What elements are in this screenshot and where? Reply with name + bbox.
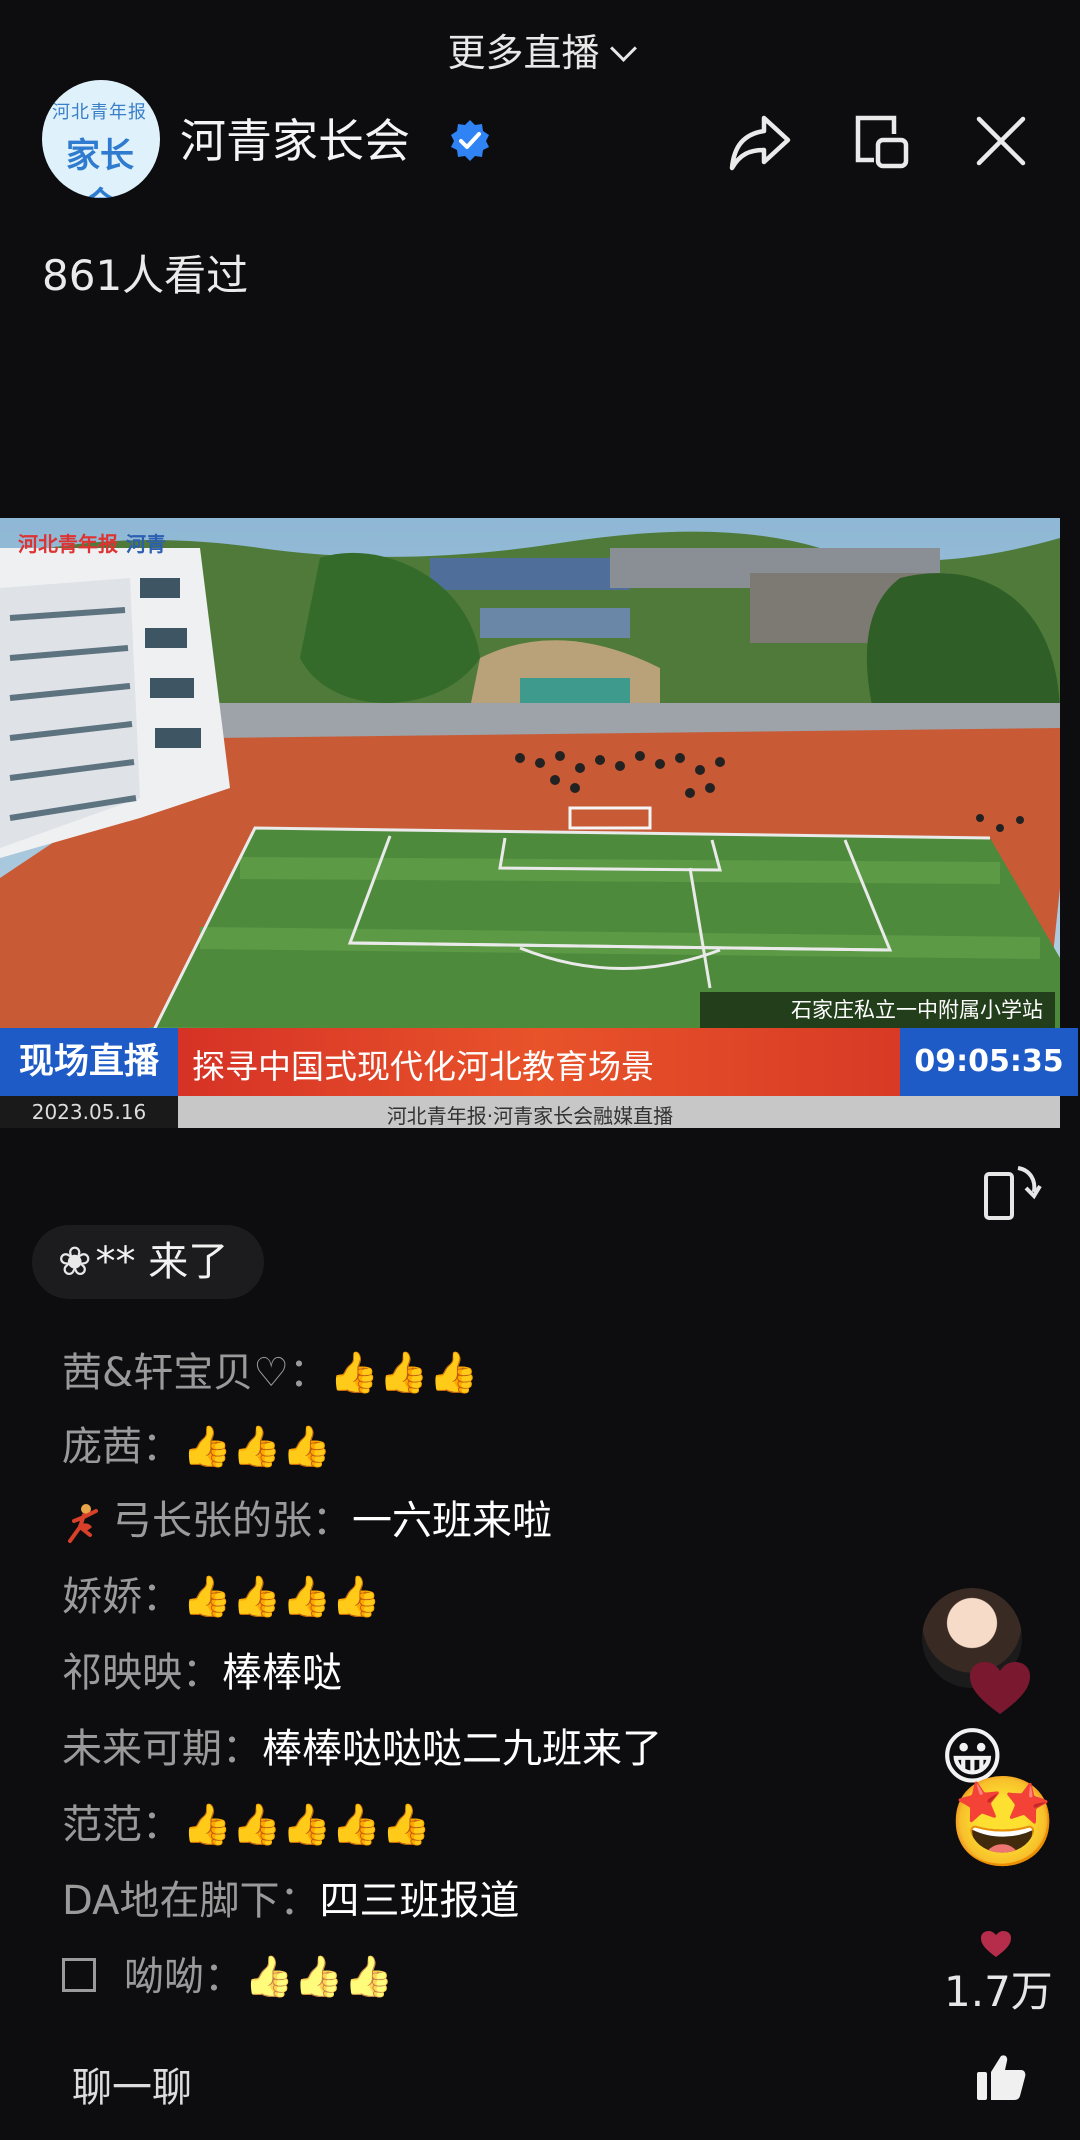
live-credit: 河北青年报·河青家长会融媒直播	[386, 1104, 674, 1128]
join-user: **	[95, 1239, 136, 1285]
chat-text: 四三班报道	[319, 1878, 520, 1924]
chat-input[interactable]: 聊一聊	[72, 2055, 192, 2113]
channel-avatar[interactable]: 河北青年报 家长会	[42, 80, 160, 198]
chat-username: DA地在脚下：	[62, 1878, 320, 1924]
picture-in-picture-icon[interactable]	[850, 110, 912, 174]
chat-message[interactable]: DA地在脚下：四三班报道	[62, 1870, 519, 1932]
chat-message[interactable]: 呦呦：👍👍👍	[62, 1946, 393, 2008]
thumbs-up-icons: 👍👍👍	[244, 1954, 394, 2000]
star-struck-emoji-icon: 🤩	[948, 1770, 1058, 1873]
dancer-badge-icon	[68, 1504, 98, 1543]
heart-icon	[970, 1662, 1030, 1714]
video-watermark: 河北青年报 河青	[18, 532, 166, 556]
more-live-label: 更多直播	[447, 31, 600, 75]
flower-icon: ❀	[58, 1239, 92, 1285]
like-count: 1.7万	[944, 1967, 1053, 2016]
rotate-screen-icon[interactable]	[982, 1160, 1042, 1224]
thumbs-up-icons: 👍👍👍👍	[182, 1574, 382, 1620]
chat-username: 呦呦：	[124, 1954, 244, 2000]
checkbox-icon	[62, 1958, 96, 1992]
thumbs-up-icons: 👍👍👍	[329, 1350, 479, 1396]
chevron-down-icon	[609, 35, 637, 62]
chat-message[interactable]: 庞茜：👍👍👍	[62, 1416, 331, 1478]
live-title: 探寻中国式现代化河北教育场景	[192, 1047, 654, 1086]
chat-message[interactable]: 范范：👍👍👍👍👍	[62, 1794, 431, 1856]
chat-text: 一六班来啦	[352, 1498, 552, 1544]
chat-message[interactable]: 茜&轩宝贝♡：👍👍👍	[62, 1342, 478, 1404]
chat-username: 未来可期：	[62, 1726, 262, 1772]
chat-username: 茜&轩宝贝♡：	[62, 1350, 330, 1396]
live-clock: 09:05:35	[900, 1028, 1078, 1096]
thumbs-up-icons: 👍👍👍👍👍	[182, 1802, 432, 1848]
verified-icon	[451, 120, 489, 161]
channel-name[interactable]: 河青家长会	[180, 105, 410, 171]
chat-message[interactable]: 弓长张的张：一六班来啦	[62, 1490, 552, 1552]
join-notice: ❀ ** 来了	[32, 1225, 265, 1299]
chat-message[interactable]: 娇娇：👍👍👍👍	[62, 1566, 381, 1628]
close-icon[interactable]	[975, 115, 1027, 167]
viewer-count: 861人看过	[42, 251, 249, 300]
location-label: 石家庄私立一中附属小学站	[700, 992, 1055, 1028]
thumbs-up-icons: 👍👍👍	[182, 1424, 332, 1470]
like-heart-icon	[981, 1931, 1011, 1957]
chat-username: 庞茜：	[62, 1424, 182, 1470]
thumbs-up-icon[interactable]	[975, 2052, 1027, 2102]
chat-text: 棒棒哒哒哒二九班来了	[262, 1726, 662, 1772]
more-live-button[interactable]: 更多直播	[0, 22, 1080, 77]
chat-username: 范范：	[62, 1802, 182, 1848]
join-text: 来了	[148, 1239, 229, 1285]
chat-username: 娇娇：	[62, 1574, 182, 1620]
share-icon[interactable]	[728, 112, 792, 172]
live-badge: 现场直播	[0, 1028, 178, 1096]
avatar-brand-text: 河北青年报	[52, 102, 147, 123]
avatar-logo-text: 家长会	[66, 136, 134, 198]
chat-text: 棒棒哒	[222, 1650, 342, 1696]
live-date: 2023.05.16	[0, 1096, 178, 1128]
chat-message[interactable]: 未来可期：棒棒哒哒哒二九班来了	[62, 1718, 662, 1780]
chat-message[interactable]: 祁映映：棒棒哒	[62, 1642, 342, 1704]
chat-username: 祁映映：	[62, 1650, 222, 1696]
chat-username: 弓长张的张：	[112, 1498, 352, 1544]
